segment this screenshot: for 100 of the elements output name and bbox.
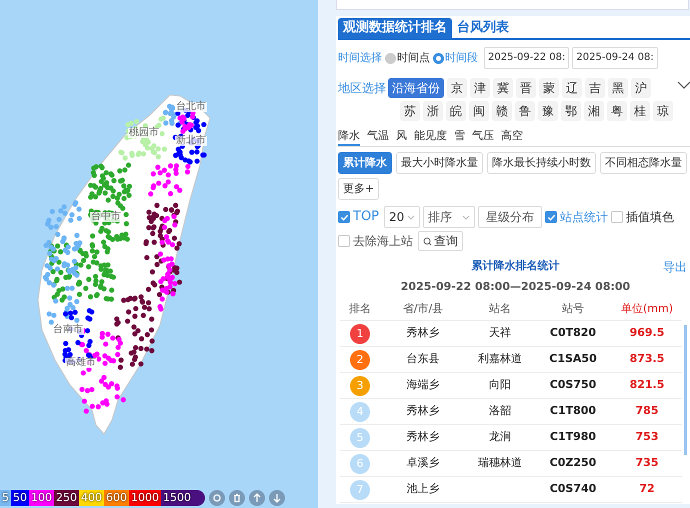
tab[interactable]: 观测数据统计排名	[338, 18, 452, 38]
element-tab[interactable]: 风	[396, 129, 407, 146]
rank-badge: 5	[350, 428, 370, 448]
region-button[interactable]: 黑	[608, 78, 628, 98]
star-distribution-button[interactable]: 星级分布	[478, 206, 542, 228]
rank-badge: 4	[350, 402, 370, 422]
radio-button[interactable]	[433, 52, 444, 64]
search-icon	[423, 236, 432, 246]
city-label: 台中市	[90, 212, 122, 222]
region-button[interactable]: 苏	[400, 101, 420, 121]
region-button[interactable]: 津	[470, 78, 490, 98]
region-button[interactable]: 沪	[631, 78, 651, 98]
region-button[interactable]: 京	[447, 78, 467, 98]
table-cell-text: C1T800	[548, 403, 598, 420]
table-cell-text: 秀林乡	[406, 429, 440, 446]
table-cell-text: 龙涧	[488, 429, 512, 446]
legend-end-cap	[193, 490, 205, 506]
chevron-down-icon	[407, 214, 416, 220]
table-cell-text: 利嘉林道	[477, 351, 523, 368]
stat-type-button[interactable]: 累计降水	[338, 152, 392, 174]
stat-type-button[interactable]: 更多+	[338, 178, 380, 200]
sort-select[interactable]: 排序	[423, 206, 476, 228]
city-label: 台北市	[175, 102, 207, 112]
chevron-down-icon	[462, 214, 470, 220]
start-date-field[interactable]: 2025-09-22 08:	[484, 47, 570, 69]
element-tab[interactable]: 降水	[338, 129, 360, 146]
element-tab[interactable]: 高空	[501, 129, 523, 146]
field-label: 时间选择	[338, 50, 382, 66]
table-cell-text: C0S750	[548, 377, 598, 394]
region-button[interactable]: 冀	[493, 78, 513, 98]
table-cell-text: C0Z250	[548, 455, 598, 472]
table-cell-text: 天祥	[488, 325, 512, 342]
table-cell-text: 台东县	[406, 351, 440, 368]
table-cell-text: 卓溪乡	[406, 455, 440, 472]
legend-swatch: 50	[11, 490, 29, 506]
legend-swatch: 1000	[129, 490, 161, 506]
legend-swatch: 5	[0, 490, 11, 506]
table-title: 累计降水排名统计	[472, 258, 560, 274]
element-tab[interactable]: 雪	[454, 129, 465, 146]
table-cell-text: C0S740	[548, 481, 598, 498]
region-button[interactable]: 辽	[562, 78, 582, 98]
legend-swatch: 400	[79, 490, 104, 506]
region-button[interactable]: 吉	[585, 78, 605, 98]
table-cell-text: 735	[634, 455, 660, 472]
region-button[interactable]: 闽	[469, 101, 489, 121]
element-tab[interactable]: 气压	[472, 129, 494, 146]
city-label: 高雄市	[65, 358, 97, 368]
trash-icon[interactable]	[229, 490, 245, 506]
radio-label: 时间点	[397, 50, 430, 66]
rank-badge: 1	[350, 324, 370, 344]
region-button[interactable]: 晋	[516, 78, 536, 98]
scrollbar[interactable]	[684, 325, 687, 455]
count-select[interactable]: 20	[384, 206, 420, 228]
stat-type-button[interactable]: 不同相态降水量	[600, 152, 687, 174]
checkbox[interactable]	[611, 211, 624, 223]
checkbox-label: 站点统计	[560, 209, 608, 226]
end-date-field[interactable]: 2025-09-24 08:	[572, 47, 658, 69]
table-cell-text: 向阳	[488, 377, 512, 394]
region-button[interactable]: 皖	[446, 101, 466, 121]
region-button[interactable]: 湘	[584, 101, 604, 121]
table-cell-text: 969.5	[628, 325, 666, 342]
region-button[interactable]: 赣	[492, 101, 512, 121]
region-button[interactable]: 豫	[538, 101, 558, 121]
legend-swatch: 100	[29, 490, 54, 506]
table-cell-text: 821.5	[628, 377, 666, 394]
checkbox[interactable]	[545, 211, 558, 223]
column-header: 站号	[561, 301, 585, 318]
region-button[interactable]: 桂	[630, 101, 650, 121]
stat-type-button[interactable]: 最大小时降水量	[396, 152, 483, 174]
region-button[interactable]: 鲁	[515, 101, 535, 121]
checkbox-label: TOP	[353, 208, 380, 226]
table-cell-text: 753	[634, 429, 660, 446]
table-cell-text: 池上乡	[406, 481, 440, 498]
chevron-down-icon[interactable]	[677, 80, 690, 90]
city-label: 台南市	[52, 325, 84, 335]
element-tab[interactable]: 能见度	[414, 129, 447, 146]
region-button[interactable]: 蒙	[539, 78, 559, 98]
region-button[interactable]: 琼	[653, 101, 673, 121]
element-tab[interactable]: 气温	[367, 129, 389, 146]
legend-swatch: 1500	[161, 490, 193, 506]
region-button[interactable]: 粤	[607, 101, 627, 121]
table-cell-text: 秀林乡	[406, 403, 440, 420]
table-cell-text: C1T980	[548, 429, 598, 446]
checkbox[interactable]	[338, 235, 350, 247]
region-button[interactable]: 沿海省份	[388, 78, 444, 98]
checkbox-label: 去除海上站	[353, 233, 413, 250]
radio-button[interactable]	[385, 52, 396, 64]
search-field[interactable]	[336, 0, 689, 10]
column-header: 省/市/县	[402, 301, 444, 318]
table-cell-text: 72	[638, 481, 656, 498]
table-cell-text: 瑞穗林道	[477, 455, 523, 472]
tab[interactable]: 台风列表	[452, 18, 514, 38]
table-cell-text: 秀林乡	[406, 325, 440, 342]
stat-type-button[interactable]: 降水最长持续小时数	[487, 152, 596, 174]
checkbox[interactable]	[338, 211, 350, 223]
table-cell-text: 海端乡	[406, 377, 440, 394]
column-header: 排名	[348, 301, 372, 318]
region-button[interactable]: 浙	[423, 101, 443, 121]
query-button[interactable]: 查询	[418, 231, 463, 251]
region-button[interactable]: 鄂	[561, 101, 581, 121]
